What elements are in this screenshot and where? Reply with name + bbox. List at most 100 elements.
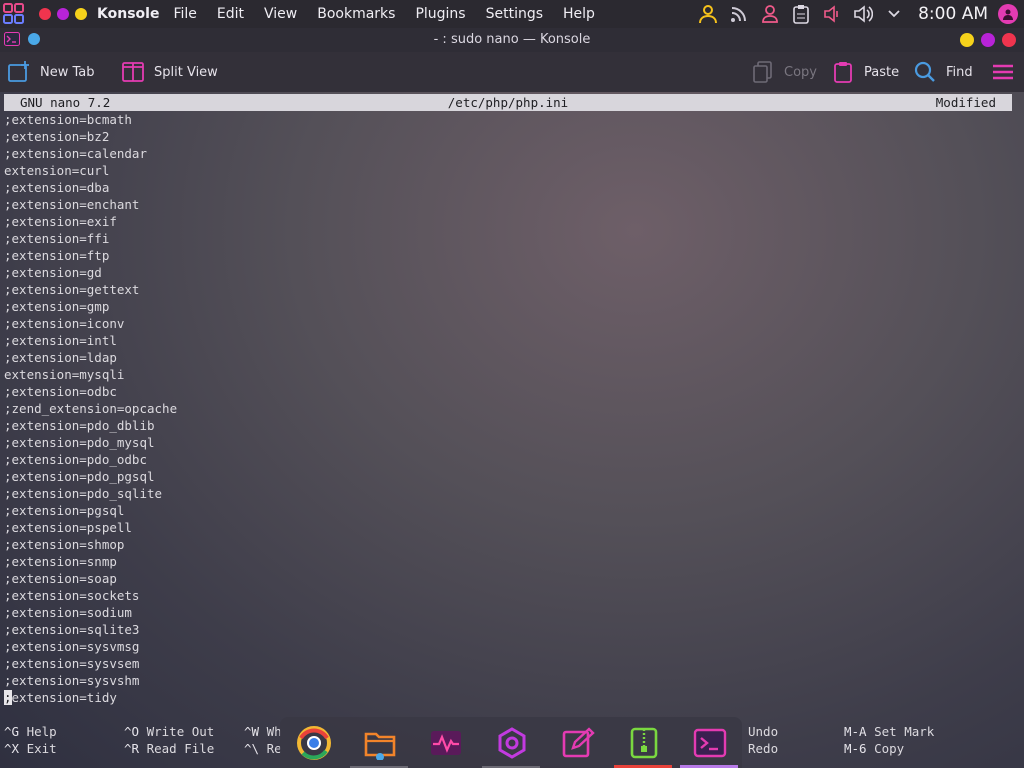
minimize-button[interactable] <box>960 33 974 47</box>
editor-line[interactable]: extension=curl <box>4 162 177 179</box>
editor-line[interactable]: ;extension=gd <box>4 264 177 281</box>
editor-buffer[interactable]: ;extension=bcmath ;extension=bz2 ;extensio… <box>4 111 177 706</box>
editor-line[interactable]: ;extension=ldap <box>4 349 177 366</box>
volume-icon[interactable] <box>821 3 843 25</box>
active-app-name: Konsole <box>97 6 160 22</box>
shortcut-where-is: ^W Wh <box>244 724 282 739</box>
editor-line[interactable]: ;extension=shmop <box>4 536 177 553</box>
editor-line[interactable]: ;extension=calendar <box>4 145 177 162</box>
editor-line[interactable]: ;extension=pdo_dblib <box>4 417 177 434</box>
clock[interactable]: 8:00 AM <box>918 4 988 24</box>
settings-icon[interactable] <box>494 725 530 761</box>
rss-icon[interactable] <box>728 3 750 25</box>
editor-line[interactable]: ;extension=pdo_sqlite <box>4 485 177 502</box>
shortcut-exit: ^X Exit <box>4 741 57 756</box>
copy-button[interactable]: Copy <box>752 61 817 83</box>
editor-line[interactable]: ;extension=bz2 <box>4 128 177 145</box>
editor-line[interactable]: ;extension=sysvsem <box>4 655 177 672</box>
hamburger-menu-icon <box>992 61 1014 83</box>
editor-line[interactable]: ;extension=sodium <box>4 604 177 621</box>
editor-line[interactable]: ;zend_extension=opcache <box>4 400 177 417</box>
editor-line[interactable]: ;extension=pdo_mysql <box>4 434 177 451</box>
person-icon[interactable] <box>759 3 781 25</box>
search-icon <box>914 61 936 83</box>
editor-line[interactable]: ;extension=odbc <box>4 383 177 400</box>
editor-line[interactable]: ;extension=dba <box>4 179 177 196</box>
editor-line[interactable]: ;extension=ffi <box>4 230 177 247</box>
new-tab-button[interactable]: New Tab <box>8 61 95 83</box>
paste-icon <box>832 61 854 83</box>
hamburger-menu-button[interactable] <box>992 61 1024 83</box>
editor-line[interactable]: ;extension=ftp <box>4 247 177 264</box>
maximize-window-button[interactable] <box>57 8 69 20</box>
close-button[interactable] <box>1002 33 1016 47</box>
nano-file-name: /etc/php/php.ini <box>447 95 569 110</box>
archive-icon[interactable] <box>626 725 662 761</box>
text-cursor: ; <box>4 690 12 705</box>
editor-line[interactable]: ;extension=pgsql <box>4 502 177 519</box>
chevron-down-icon[interactable] <box>883 3 905 25</box>
editor-line[interactable]: ;extension=iconv <box>4 315 177 332</box>
window-titlebar[interactable]: - : sudo nano — Konsole <box>0 28 1024 52</box>
maximize-button[interactable] <box>981 33 995 47</box>
editor-line[interactable]: ;extension=enchant <box>4 196 177 213</box>
menu-file[interactable]: File <box>173 6 196 22</box>
editor-line[interactable]: ;extension=exif <box>4 213 177 230</box>
shortcut-copy: M-6 Copy <box>844 741 905 756</box>
menu-settings[interactable]: Settings <box>486 6 543 22</box>
close-window-button[interactable] <box>39 8 51 20</box>
new-tab-label: New Tab <box>40 64 95 80</box>
editor-line[interactable]: ;extension=gmp <box>4 298 177 315</box>
shortcut-set-mark: M-A Set Mark <box>844 724 935 739</box>
editor-line[interactable]: ;extension=sockets <box>4 587 177 604</box>
split-view-icon <box>122 61 144 83</box>
editor-line[interactable]: ;extension=sqlite3 <box>4 621 177 638</box>
editor-line[interactable]: extension=mysqli <box>4 366 177 383</box>
editor-line[interactable]: ;extension=gettext <box>4 281 177 298</box>
shortcut-replace: ^\ Re <box>244 741 282 756</box>
editor-line[interactable]: ;extension=sysvshm <box>4 672 177 689</box>
editor-line[interactable]: ;extension=intl <box>4 332 177 349</box>
nano-title-bar: GNU nano 7.2 /etc/php/php.ini Modified <box>4 94 1012 111</box>
text-editor-icon[interactable] <box>560 725 596 761</box>
window-title: - : sudo nano — Konsole <box>433 32 591 47</box>
system-panel: Konsole File Edit View Bookmarks Plugins… <box>0 0 1024 28</box>
konsole-toolbar: New Tab Split View Copy Paste Find <box>0 52 1024 92</box>
shortcut-write-out: ^O Write Out <box>124 724 215 739</box>
speaker-icon[interactable] <box>852 3 874 25</box>
menu-edit[interactable]: Edit <box>217 6 244 22</box>
editor-line[interactable]: ;extension=soap <box>4 570 177 587</box>
editor-line[interactable]: ;extension=bcmath <box>4 111 177 128</box>
menu-plugins[interactable]: Plugins <box>415 6 465 22</box>
editor-line[interactable]: ;extension=pdo_pgsql <box>4 468 177 485</box>
menu-help[interactable]: Help <box>563 6 595 22</box>
editor-line[interactable]: ;extension=snmp <box>4 553 177 570</box>
editor-line-text: extension=tidy <box>11 690 117 705</box>
avatar[interactable] <box>998 4 1018 24</box>
find-button[interactable]: Find <box>914 61 973 83</box>
terminal-view[interactable]: GNU nano 7.2 /etc/php/php.ini Modified ;… <box>0 92 1024 768</box>
split-view-button[interactable]: Split View <box>122 61 218 83</box>
copy-label: Copy <box>784 64 817 80</box>
find-label: Find <box>946 64 973 80</box>
new-tab-icon <box>8 61 30 83</box>
dock <box>280 717 742 768</box>
minimize-window-button[interactable] <box>75 8 87 20</box>
system-monitor-icon[interactable] <box>428 725 464 761</box>
file-manager-icon[interactable] <box>362 725 398 761</box>
user-icon[interactable] <box>697 3 719 25</box>
clipboard-icon[interactable] <box>790 3 812 25</box>
shortcut-redo: Redo <box>748 741 779 756</box>
editor-line[interactable]: ;extension=sysvmsg <box>4 638 177 655</box>
editor-line[interactable]: ;extension=pdo_odbc <box>4 451 177 468</box>
menu-view[interactable]: View <box>264 6 297 22</box>
split-view-label: Split View <box>154 64 218 80</box>
menu-bookmarks[interactable]: Bookmarks <box>317 6 395 22</box>
paste-button[interactable]: Paste <box>832 61 899 83</box>
app-launcher-icon[interactable] <box>3 3 25 25</box>
paste-label: Paste <box>864 64 900 80</box>
terminal-icon[interactable] <box>692 725 728 761</box>
chrome-icon[interactable] <box>296 725 332 761</box>
editor-line[interactable]: ;extension=tidy <box>4 689 177 706</box>
editor-line[interactable]: ;extension=pspell <box>4 519 177 536</box>
